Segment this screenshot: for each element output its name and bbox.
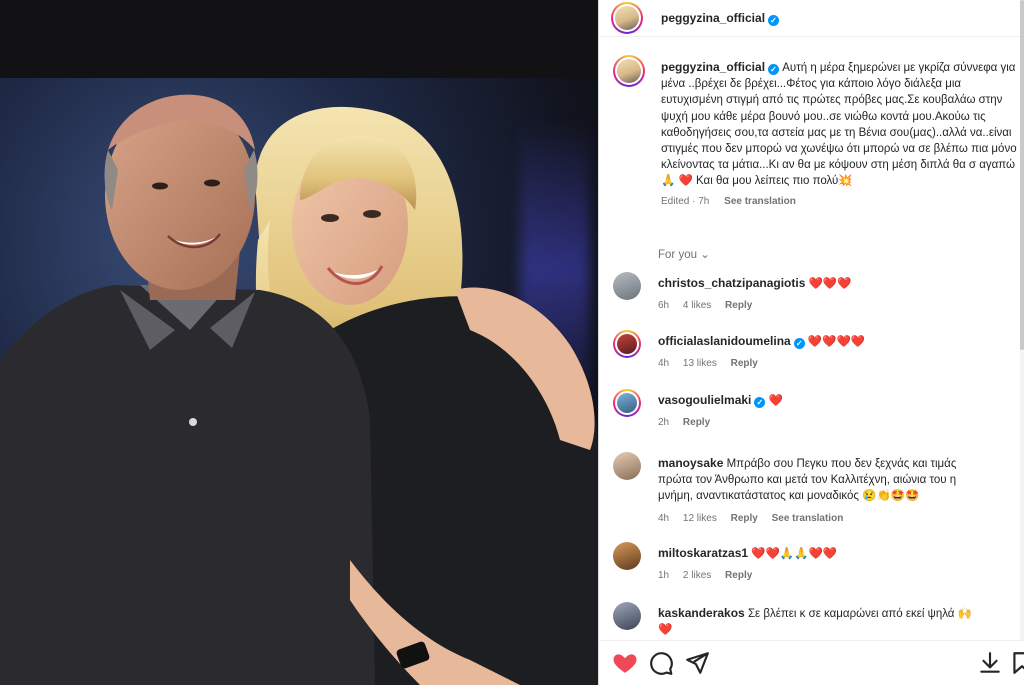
comment-time: 6h: [658, 300, 670, 312]
verified-badge-icon: ✓: [754, 397, 766, 408]
comment-username[interactable]: officialaslanidoumelina: [658, 334, 791, 348]
caption-see-translation[interactable]: See translation: [724, 196, 796, 207]
comment-time: 1h: [658, 570, 670, 582]
post-side-panel: peggyzina_official ✓ peggyzina_official ✓ …: [598, 0, 1024, 685]
comment-text: ❤️❤️❤️❤️: [807, 336, 866, 348]
comment-time: 4h: [658, 358, 670, 370]
heart-filled-icon[interactable]: [612, 650, 638, 676]
comment-avatar[interactable]: [613, 389, 641, 417]
comment-text: ❤️❤️❤️: [808, 278, 852, 290]
comment-likes[interactable]: 4 likes: [683, 300, 711, 311]
comment-username[interactable]: vasogoulielmaki: [658, 393, 751, 407]
header-avatar[interactable]: [611, 2, 643, 34]
caption-meta: Edited · 7h See translation: [661, 194, 1021, 210]
comment-reply-button[interactable]: Reply: [731, 513, 758, 524]
comment-time: 4h: [658, 512, 670, 524]
comment-text: ❤️: [768, 395, 783, 407]
comment-avatar[interactable]: [613, 330, 641, 358]
comment-avatar[interactable]: [613, 272, 641, 300]
caption-body: peggyzina_official ✓ Αυτή η μέρα ξημερώνε…: [661, 59, 1021, 210]
comment-likes[interactable]: 2 likes: [683, 570, 711, 581]
comment-reply-button[interactable]: Reply: [683, 417, 710, 428]
comment-reply-button[interactable]: Reply: [725, 300, 752, 311]
comment-reply-button[interactable]: Reply: [725, 570, 752, 581]
comment-username[interactable]: kaskanderakos: [658, 606, 745, 620]
bookmark-icon[interactable]: [1009, 650, 1024, 676]
comment-username[interactable]: miltoskaratzas1: [658, 546, 748, 560]
comment-username[interactable]: christos_chatzipanagiotis: [658, 276, 805, 290]
caption-avatar[interactable]: [613, 55, 645, 87]
caption-text: Αυτή η μέρα ξημερώνει με γκρίζα σύννεφα …: [661, 62, 1017, 188]
header-username-row: peggyzina_official ✓: [661, 11, 780, 26]
comment-likes[interactable]: 13 likes: [683, 358, 717, 369]
share-icon[interactable]: [684, 650, 710, 676]
comment-see-translation[interactable]: See translation: [772, 513, 844, 524]
verified-badge-icon: ✓: [793, 338, 805, 349]
verified-badge-icon: ✓: [768, 15, 780, 26]
comment-avatar[interactable]: [613, 542, 641, 570]
comment-text: ❤️❤️🙏🙏❤️❤️: [751, 548, 838, 560]
header-username[interactable]: peggyzina_official: [661, 11, 765, 25]
photo-illustration: [0, 94, 598, 685]
for-you-sort[interactable]: For you ⌄: [658, 247, 710, 261]
comment-reply-button[interactable]: Reply: [731, 358, 758, 369]
comment-likes[interactable]: 12 likes: [683, 513, 717, 524]
caption-edited: Edited · 7h: [661, 195, 710, 207]
comment-icon[interactable]: [648, 650, 674, 676]
post-photo[interactable]: [0, 0, 598, 685]
caption-username[interactable]: peggyzina_official: [661, 60, 765, 74]
chevron-down-icon: ⌄: [700, 249, 710, 261]
comment-username[interactable]: manoysake: [658, 456, 723, 470]
comment-avatar[interactable]: [613, 452, 641, 480]
for-you-label: For you: [658, 249, 697, 261]
comment-avatar[interactable]: [613, 602, 641, 630]
download-icon[interactable]: [977, 650, 1003, 676]
comment-time: 2h: [658, 417, 670, 429]
post-header: peggyzina_official ✓: [599, 0, 1024, 37]
verified-badge-icon: ✓: [768, 64, 780, 75]
post-actions-bar: [599, 640, 1024, 685]
